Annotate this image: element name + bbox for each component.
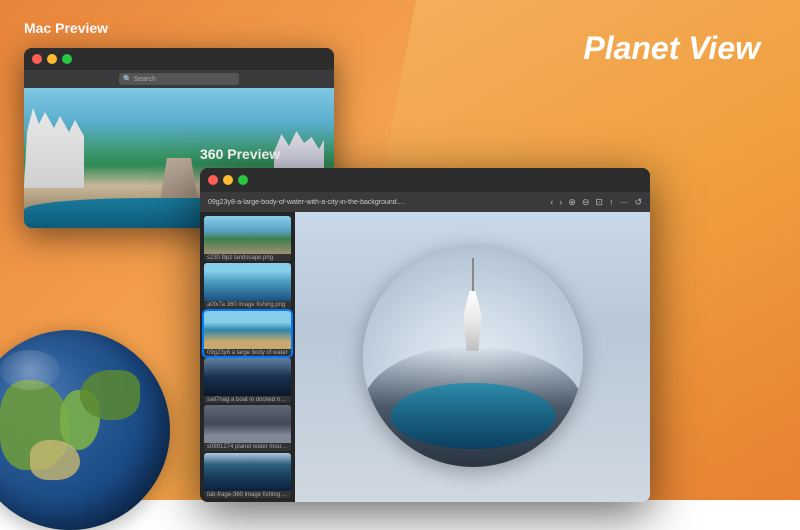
nav-forward-icon[interactable]: › xyxy=(559,197,562,208)
toolbar-path: 09g23y8-a-large-body-of-water-with-a-cit… xyxy=(208,199,546,206)
share-icon[interactable]: ↑ xyxy=(609,197,614,208)
thumbnail-5[interactable]: s0891274 planet water moudle... xyxy=(204,405,291,450)
preview-content: s230 flipz landscape.png a0fx7a 360 imag… xyxy=(200,212,650,502)
thumb-img-1 xyxy=(204,216,291,254)
buildings-left xyxy=(24,108,84,188)
360-preview-label: 360 Preview xyxy=(200,146,280,162)
360-preview-window: 09g23y8-a-large-body-of-water-with-a-cit… xyxy=(200,168,650,502)
thumbnail-1[interactable]: s230 flipz landscape.png xyxy=(204,216,291,261)
globe-highlight xyxy=(0,350,60,390)
thumb-label-3: 09g23y8 a large body of water xyxy=(204,349,291,356)
preview-maximize-dot[interactable] xyxy=(238,175,248,185)
zoom-out-icon[interactable]: ⊖ xyxy=(582,197,590,208)
refresh-icon[interactable]: ↺ xyxy=(634,197,642,208)
maximize-dot[interactable] xyxy=(62,54,72,64)
preview-toolbar: 09g23y8-a-large-body-of-water-with-a-cit… xyxy=(200,192,650,212)
thumb-img-3 xyxy=(204,311,291,349)
minimize-dot[interactable] xyxy=(47,54,57,64)
thumb-label-2: a0fx7a 360 image fishing.png xyxy=(204,301,291,308)
toolbar-icons: ‹ › ⊕ ⊖ ⊡ ↑ ⋯ ↺ xyxy=(550,197,642,208)
preview-main-area xyxy=(295,212,650,502)
thumbnail-6[interactable]: fab-frage-360 image fishing boa... xyxy=(204,453,291,498)
close-dot[interactable] xyxy=(32,54,42,64)
thumbnail-3[interactable]: 09g23y8 a large body of water xyxy=(204,311,291,356)
planet-water-ring xyxy=(390,383,555,449)
thumb-img-2 xyxy=(204,263,291,301)
thumb-img-5 xyxy=(204,405,291,443)
thumb-img-6 xyxy=(204,453,291,491)
preview-close-dot[interactable] xyxy=(208,175,218,185)
thumb-label-5: s0891274 planet water moudle... xyxy=(204,443,291,450)
nav-back-icon[interactable]: ‹ xyxy=(550,197,553,208)
thumb-label-1: s230 flipz landscape.png xyxy=(204,254,291,261)
preview-titlebar xyxy=(200,168,650,192)
planet-circle xyxy=(363,247,583,467)
mac-preview-label: Mac Preview xyxy=(24,20,108,36)
preview-minimize-dot[interactable] xyxy=(223,175,233,185)
planet-view-title: Planet View xyxy=(583,30,760,67)
thumb-label-4: sail7nag a boat in docked near xyxy=(204,396,291,403)
preview-sidebar: s230 flipz landscape.png a0fx7a 360 imag… xyxy=(200,212,295,502)
thumb-img-4 xyxy=(204,358,291,396)
planet-container xyxy=(295,212,650,502)
zoom-in-icon[interactable]: ⊕ xyxy=(568,197,576,208)
mac-search[interactable]: 🔍 Search xyxy=(119,73,239,85)
thumb-label-6: fab-frage-360 image fishing boa... xyxy=(204,491,291,498)
mac-toolbar: 🔍 Search xyxy=(24,70,334,88)
mac-titlebar xyxy=(24,48,334,70)
planet-mast xyxy=(472,258,474,293)
globe-land-north xyxy=(80,370,140,420)
globe-land-desert xyxy=(30,440,80,480)
thumbnail-4[interactable]: sail7nag a boat in docked near xyxy=(204,358,291,403)
thumbnail-2[interactable]: a0fx7a 360 image fishing.png xyxy=(204,263,291,308)
more-icon[interactable]: ⋯ xyxy=(619,197,628,208)
fit-icon[interactable]: ⊡ xyxy=(595,197,603,208)
